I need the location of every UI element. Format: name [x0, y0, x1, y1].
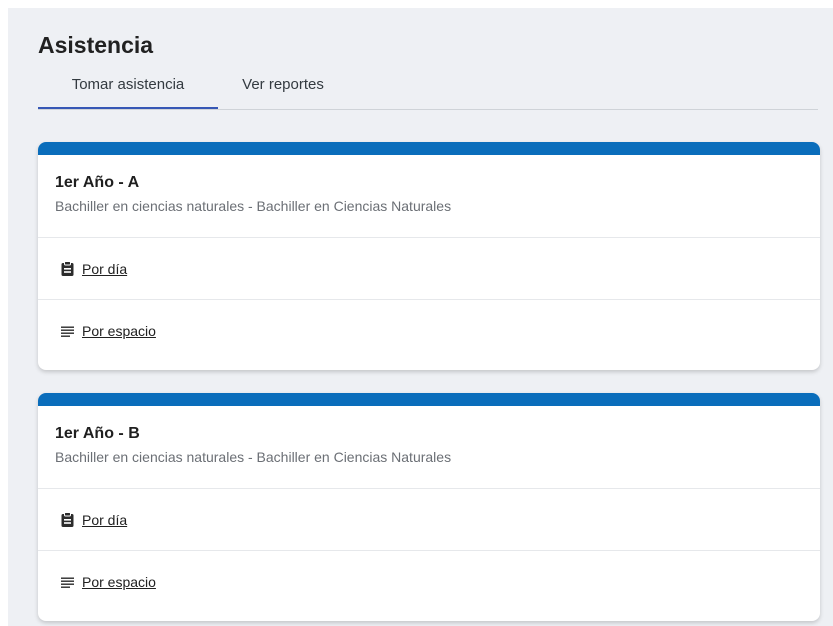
por-espacio-link[interactable]: Por espacio: [82, 574, 156, 590]
page-title: Asistencia: [38, 32, 154, 58]
card-accent-bar: [38, 142, 820, 155]
card-accent-bar: [38, 393, 820, 406]
list-lines-icon: [60, 323, 74, 339]
card-title: 1er Año - A: [55, 174, 140, 191]
tab-tomar-asistencia[interactable]: Tomar asistencia: [38, 70, 218, 109]
por-espacio-row: Por espacio: [38, 551, 820, 613]
por-dia-row: Por día: [38, 489, 820, 551]
tab-bar: Tomar asistencia Ver reportes: [38, 70, 818, 110]
attendance-page: Asistencia Tomar asistencia Ver reportes…: [8, 8, 833, 626]
card-header: 1er Año - A Bachiller en ciencias natura…: [38, 155, 820, 238]
list-lines-icon: [60, 574, 74, 590]
card-subtitle: Bachiller en ciencias naturales - Bachil…: [55, 449, 452, 465]
por-dia-link[interactable]: Por día: [82, 261, 127, 277]
card-header: 1er Año - B Bachiller en ciencias natura…: [38, 406, 820, 489]
por-dia-link[interactable]: Por día: [82, 512, 127, 528]
clipboard-icon: [60, 261, 74, 277]
por-espacio-row: Por espacio: [38, 300, 820, 362]
clipboard-icon: [60, 512, 74, 528]
card-subtitle: Bachiller en ciencias naturales - Bachil…: [55, 198, 452, 214]
course-card-1er-a: 1er Año - A Bachiller en ciencias natura…: [38, 142, 820, 370]
card-title: 1er Año - B: [55, 425, 140, 442]
por-espacio-link[interactable]: Por espacio: [82, 323, 156, 339]
course-card-1er-b: 1er Año - B Bachiller en ciencias natura…: [38, 393, 820, 621]
tab-ver-reportes[interactable]: Ver reportes: [218, 70, 348, 109]
por-dia-row: Por día: [38, 238, 820, 300]
